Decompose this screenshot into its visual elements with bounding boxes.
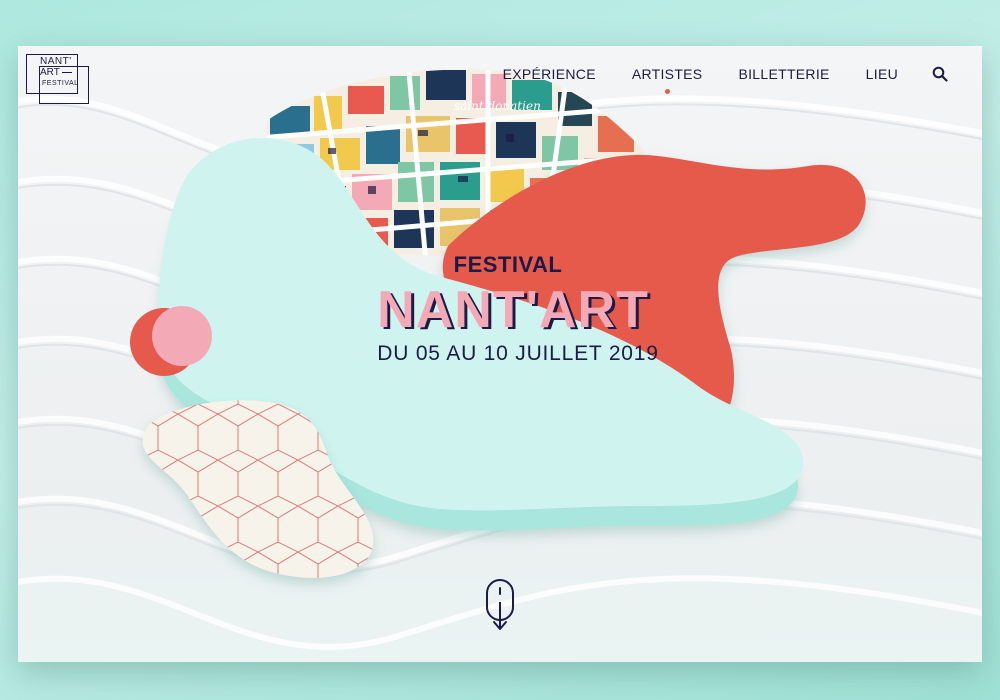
nav-item-lieu[interactable]: LIEU (866, 66, 898, 82)
logo-line-2: ART (40, 67, 72, 78)
hero-dates: DU 05 AU 10 JUILLET 2019 (377, 342, 659, 365)
hero-label: FESTIVAL (453, 252, 563, 277)
page-frame: saint donatien NANT' ART FESTIVAL EXPÉRI… (18, 46, 982, 662)
pink-circle (152, 306, 212, 366)
hero-text: FESTIVAL NANT'ART DU 05 AU 10 JUILLET 20… (348, 252, 678, 366)
nav-item-experience[interactable]: EXPÉRIENCE (503, 66, 596, 82)
logo-line-2-text: ART (40, 67, 60, 78)
logo-dash (61, 71, 72, 73)
nav-item-billetterie[interactable]: BILLETTERIE (738, 66, 829, 82)
logo-line-1: NANT' (40, 56, 72, 67)
map-label: saint donatien (454, 99, 541, 113)
main-navigation: EXPÉRIENCE ARTISTES BILLETTERIE LIEU (467, 66, 948, 94)
search-icon[interactable] (932, 66, 948, 82)
logo-line-3: FESTIVAL (42, 80, 79, 87)
festival-logo[interactable]: NANT' ART FESTIVAL (26, 54, 89, 104)
mouse-scroll-icon[interactable] (484, 578, 516, 636)
nav-item-artistes[interactable]: ARTISTES (632, 66, 703, 94)
hero-title: NANT'ART (377, 281, 649, 339)
